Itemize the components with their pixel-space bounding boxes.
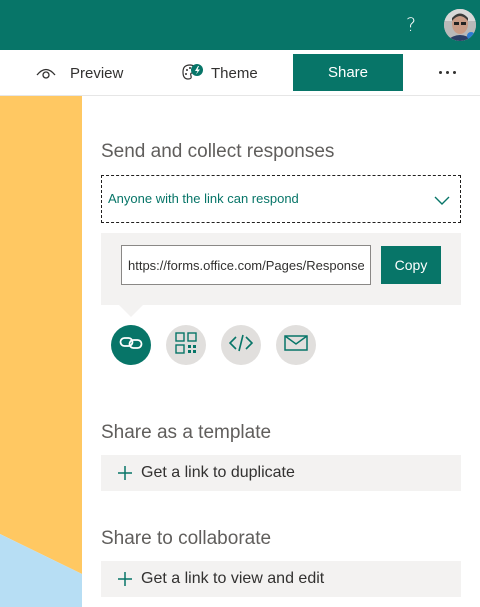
avatar[interactable] (444, 9, 476, 41)
plus-icon (117, 465, 133, 481)
plus-icon (117, 571, 133, 587)
eye-icon (36, 66, 56, 80)
palette-icon (180, 62, 204, 84)
preview-button[interactable]: Preview (36, 50, 123, 96)
view-edit-link-button[interactable]: Get a link to view and edit (101, 561, 461, 597)
share-via-link-button[interactable] (111, 325, 151, 365)
embed-code-icon (228, 334, 254, 357)
link-box-pointer (119, 305, 143, 317)
share-link-field[interactable] (121, 245, 371, 285)
copy-button[interactable]: Copy (381, 246, 441, 284)
share-collaborate-title: Share to collaborate (101, 528, 272, 549)
link-icon (119, 335, 143, 356)
permission-dropdown[interactable]: Anyone with the link can respond (101, 175, 461, 223)
duplicate-link-label: Get a link to duplicate (141, 464, 295, 481)
qr-code-icon (175, 331, 197, 359)
view-edit-link-label: Get a link to view and edit (141, 570, 325, 587)
more-options-icon[interactable] (432, 54, 462, 91)
send-collect-title: Send and collect responses (101, 141, 335, 162)
form-background-decoration (0, 96, 82, 607)
theme-label: Theme (211, 64, 258, 82)
share-via-email-button[interactable] (276, 325, 316, 365)
share-via-qr-button[interactable] (166, 325, 206, 365)
app-header: ? (0, 0, 480, 50)
permission-selected: Anyone with the link can respond (108, 191, 299, 206)
chevron-down-icon (434, 193, 450, 211)
share-via-embed-button[interactable] (221, 325, 261, 365)
share-button[interactable]: Share (293, 54, 403, 91)
share-template-title: Share as a template (101, 422, 272, 443)
email-icon (284, 334, 308, 356)
command-bar: Preview Theme (0, 50, 480, 96)
theme-button[interactable]: Theme (180, 50, 258, 96)
duplicate-link-button[interactable]: Get a link to duplicate (101, 455, 461, 491)
help-icon[interactable]: ? (402, 13, 420, 37)
preview-label: Preview (70, 64, 124, 82)
